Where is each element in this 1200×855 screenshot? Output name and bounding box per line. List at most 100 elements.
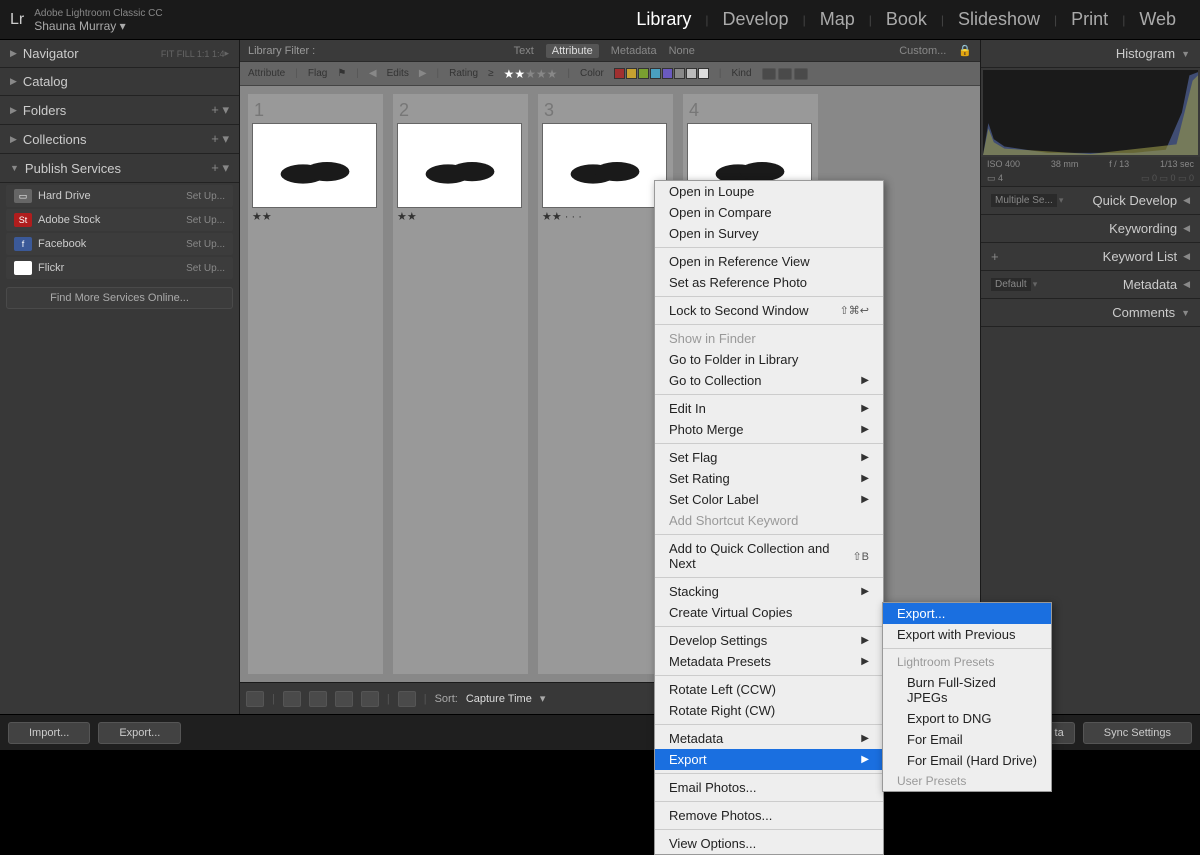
thumbnail-3[interactable]: 3★★ · · · bbox=[538, 94, 673, 674]
ctx-open-in-loupe[interactable]: Open in Loupe bbox=[655, 181, 883, 202]
publish-hard-drive[interactable]: ▭Hard DriveSet Up... bbox=[6, 185, 233, 207]
module-library[interactable]: Library bbox=[622, 9, 705, 30]
filter-preset[interactable]: Custom... bbox=[899, 45, 946, 57]
kind-icons[interactable] bbox=[762, 68, 808, 80]
attr-label: Attribute bbox=[248, 68, 285, 79]
compare-view-icon[interactable] bbox=[309, 691, 327, 707]
filter-attribute[interactable]: Attribute bbox=[546, 44, 599, 58]
ctx-remove-photos-[interactable]: Remove Photos... bbox=[655, 805, 883, 826]
module-web[interactable]: Web bbox=[1125, 9, 1190, 30]
find-more-services-button[interactable]: Find More Services Online... bbox=[6, 287, 233, 309]
preset-for-email[interactable]: For Email bbox=[883, 729, 1051, 750]
ctx-photo-merge[interactable]: Photo Merge▶ bbox=[655, 419, 883, 440]
flag-icon[interactable]: ⚑ bbox=[337, 68, 346, 79]
collections-header[interactable]: ▶Collections+ ▾ bbox=[0, 125, 239, 154]
ctx-lock-to-second-window[interactable]: Lock to Second Window⇧⌘↩ bbox=[655, 300, 883, 321]
ctx-go-to-folder-in-library[interactable]: Go to Folder in Library bbox=[655, 349, 883, 370]
ctx-set-rating[interactable]: Set Rating▶ bbox=[655, 468, 883, 489]
ctx-view-options-[interactable]: View Options... bbox=[655, 833, 883, 854]
preset-burn-full-sized-jpegs[interactable]: Burn Full-Sized JPEGs bbox=[883, 672, 1051, 708]
ctx-set-flag[interactable]: Set Flag▶ bbox=[655, 447, 883, 468]
publish-adobe-stock[interactable]: StAdobe StockSet Up... bbox=[6, 209, 233, 231]
painter-icon[interactable] bbox=[398, 691, 416, 707]
rating-stars[interactable]: ★★★★★ bbox=[504, 67, 558, 81]
ctx-email-photos-[interactable]: Email Photos... bbox=[655, 777, 883, 798]
catalog-header[interactable]: ▶Catalog bbox=[0, 68, 239, 96]
filter-label: Library Filter : bbox=[248, 45, 315, 57]
left-panel: ▶Navigator FIT FILL 1:1 1:4 ▸ ▶Catalog ▶… bbox=[0, 40, 240, 714]
publish-facebook[interactable]: fFacebookSet Up... bbox=[6, 233, 233, 255]
ctx-metadata-presets[interactable]: Metadata Presets▶ bbox=[655, 651, 883, 672]
quick-develop-header[interactable]: Multiple Se... ▾ Quick Develop◀ bbox=[981, 187, 1200, 215]
navigator-header[interactable]: ▶Navigator FIT FILL 1:1 1:4 ▸ bbox=[0, 40, 239, 68]
module-slideshow[interactable]: Slideshow bbox=[944, 9, 1054, 30]
module-print[interactable]: Print bbox=[1057, 9, 1122, 30]
ctx-rotate-left-ccw-[interactable]: Rotate Left (CCW) bbox=[655, 679, 883, 700]
sync-settings-button[interactable]: Sync Settings bbox=[1083, 722, 1192, 744]
comments-header[interactable]: Comments▼ bbox=[981, 299, 1200, 327]
preset-for-email-hard-drive-[interactable]: For Email (Hard Drive) bbox=[883, 750, 1051, 771]
export-button[interactable]: Export... bbox=[98, 722, 181, 744]
ctx-rotate-right-cw-[interactable]: Rotate Right (CW) bbox=[655, 700, 883, 721]
keyword-list-header[interactable]: + Keyword List◀ bbox=[981, 243, 1200, 271]
app-logo: Lr bbox=[10, 11, 24, 29]
sort-dropdown-icon[interactable]: ▾ bbox=[540, 692, 546, 705]
ctx-metadata[interactable]: Metadata▶ bbox=[655, 728, 883, 749]
module-map[interactable]: Map bbox=[806, 9, 869, 30]
metadata-preset[interactable]: Default bbox=[991, 278, 1031, 291]
preset-export-to-dng[interactable]: Export to DNG bbox=[883, 708, 1051, 729]
loupe-view-icon[interactable] bbox=[283, 691, 301, 707]
publish-flickr[interactable]: ••FlickrSet Up... bbox=[6, 257, 233, 279]
flag-label: Flag bbox=[308, 68, 327, 79]
ctx-set-color-label[interactable]: Set Color Label▶ bbox=[655, 489, 883, 510]
ctx-edit-in[interactable]: Edit In▶ bbox=[655, 398, 883, 419]
filter-metadata[interactable]: Metadata bbox=[611, 45, 657, 57]
ctx-develop-settings[interactable]: Develop Settings▶ bbox=[655, 630, 883, 651]
filter-none[interactable]: None bbox=[669, 45, 695, 57]
ctx-open-in-reference-view[interactable]: Open in Reference View bbox=[655, 251, 883, 272]
module-develop[interactable]: Develop bbox=[709, 9, 803, 30]
folders-header[interactable]: ▶Folders+ ▾ bbox=[0, 96, 239, 125]
publish-header[interactable]: ▼Publish Services+ ▾ bbox=[0, 154, 239, 183]
user-preset-header: User Presets bbox=[883, 771, 1051, 791]
export-export-[interactable]: Export... bbox=[883, 603, 1051, 624]
context-menu[interactable]: Open in LoupeOpen in CompareOpen in Surv… bbox=[654, 180, 884, 855]
grid-view-icon[interactable] bbox=[246, 691, 264, 707]
metadata-header[interactable]: Default ▾ Metadata◀ bbox=[981, 271, 1200, 299]
color-label: Color bbox=[580, 68, 604, 79]
export-export-with-previous[interactable]: Export with Previous bbox=[883, 624, 1051, 645]
people-view-icon[interactable] bbox=[361, 691, 379, 707]
user-name[interactable]: Shauna Murray ▾ bbox=[34, 20, 162, 32]
histogram-header[interactable]: Histogram▼ bbox=[981, 40, 1200, 68]
module-book[interactable]: Book bbox=[872, 9, 941, 30]
lock-icon[interactable]: 🔒 bbox=[958, 44, 972, 57]
survey-view-icon[interactable] bbox=[335, 691, 353, 707]
sort-label: Sort: bbox=[435, 693, 458, 705]
quickdev-preset[interactable]: Multiple Se... bbox=[991, 194, 1057, 207]
ctx-stacking[interactable]: Stacking▶ bbox=[655, 581, 883, 602]
ctx-export[interactable]: Export▶ bbox=[655, 749, 883, 770]
title-bar: Lr Adobe Lightroom Classic CC Shauna Mur… bbox=[0, 0, 1200, 40]
ctx-create-virtual-copies[interactable]: Create Virtual Copies bbox=[655, 602, 883, 623]
rating-op[interactable]: ≥ bbox=[488, 68, 494, 79]
ctx-show-in-finder: Show in Finder bbox=[655, 328, 883, 349]
ctx-open-in-compare[interactable]: Open in Compare bbox=[655, 202, 883, 223]
histogram-meta: ISO 40038 mmf / 131/13 sec bbox=[981, 157, 1200, 171]
ctx-set-as-reference-photo[interactable]: Set as Reference Photo bbox=[655, 272, 883, 293]
ctx-open-in-survey[interactable]: Open in Survey bbox=[655, 223, 883, 244]
import-button[interactable]: Import... bbox=[8, 722, 90, 744]
thumbnail-1[interactable]: 1★★ bbox=[248, 94, 383, 674]
sort-value[interactable]: Capture Time bbox=[466, 693, 532, 705]
prev-icon[interactable]: ◀ bbox=[369, 68, 377, 79]
kind-label: Kind bbox=[732, 68, 752, 79]
ctx-go-to-collection[interactable]: Go to Collection▶ bbox=[655, 370, 883, 391]
ctx-add-to-quick-collection-and-next[interactable]: Add to Quick Collection and Next⇧B bbox=[655, 538, 883, 574]
export-submenu[interactable]: Export...Export with Previous Lightroom P… bbox=[882, 602, 1052, 792]
color-swatches[interactable] bbox=[614, 68, 709, 79]
keywording-header[interactable]: Keywording◀ bbox=[981, 215, 1200, 243]
next-icon[interactable]: ▶ bbox=[419, 68, 427, 79]
thumbnail-2[interactable]: 2★★ bbox=[393, 94, 528, 674]
library-filter-bar: Library Filter : Text Attribute Metadata No… bbox=[240, 40, 980, 62]
filter-text[interactable]: Text bbox=[514, 45, 534, 57]
preset-header: Lightroom Presets bbox=[883, 652, 1051, 672]
